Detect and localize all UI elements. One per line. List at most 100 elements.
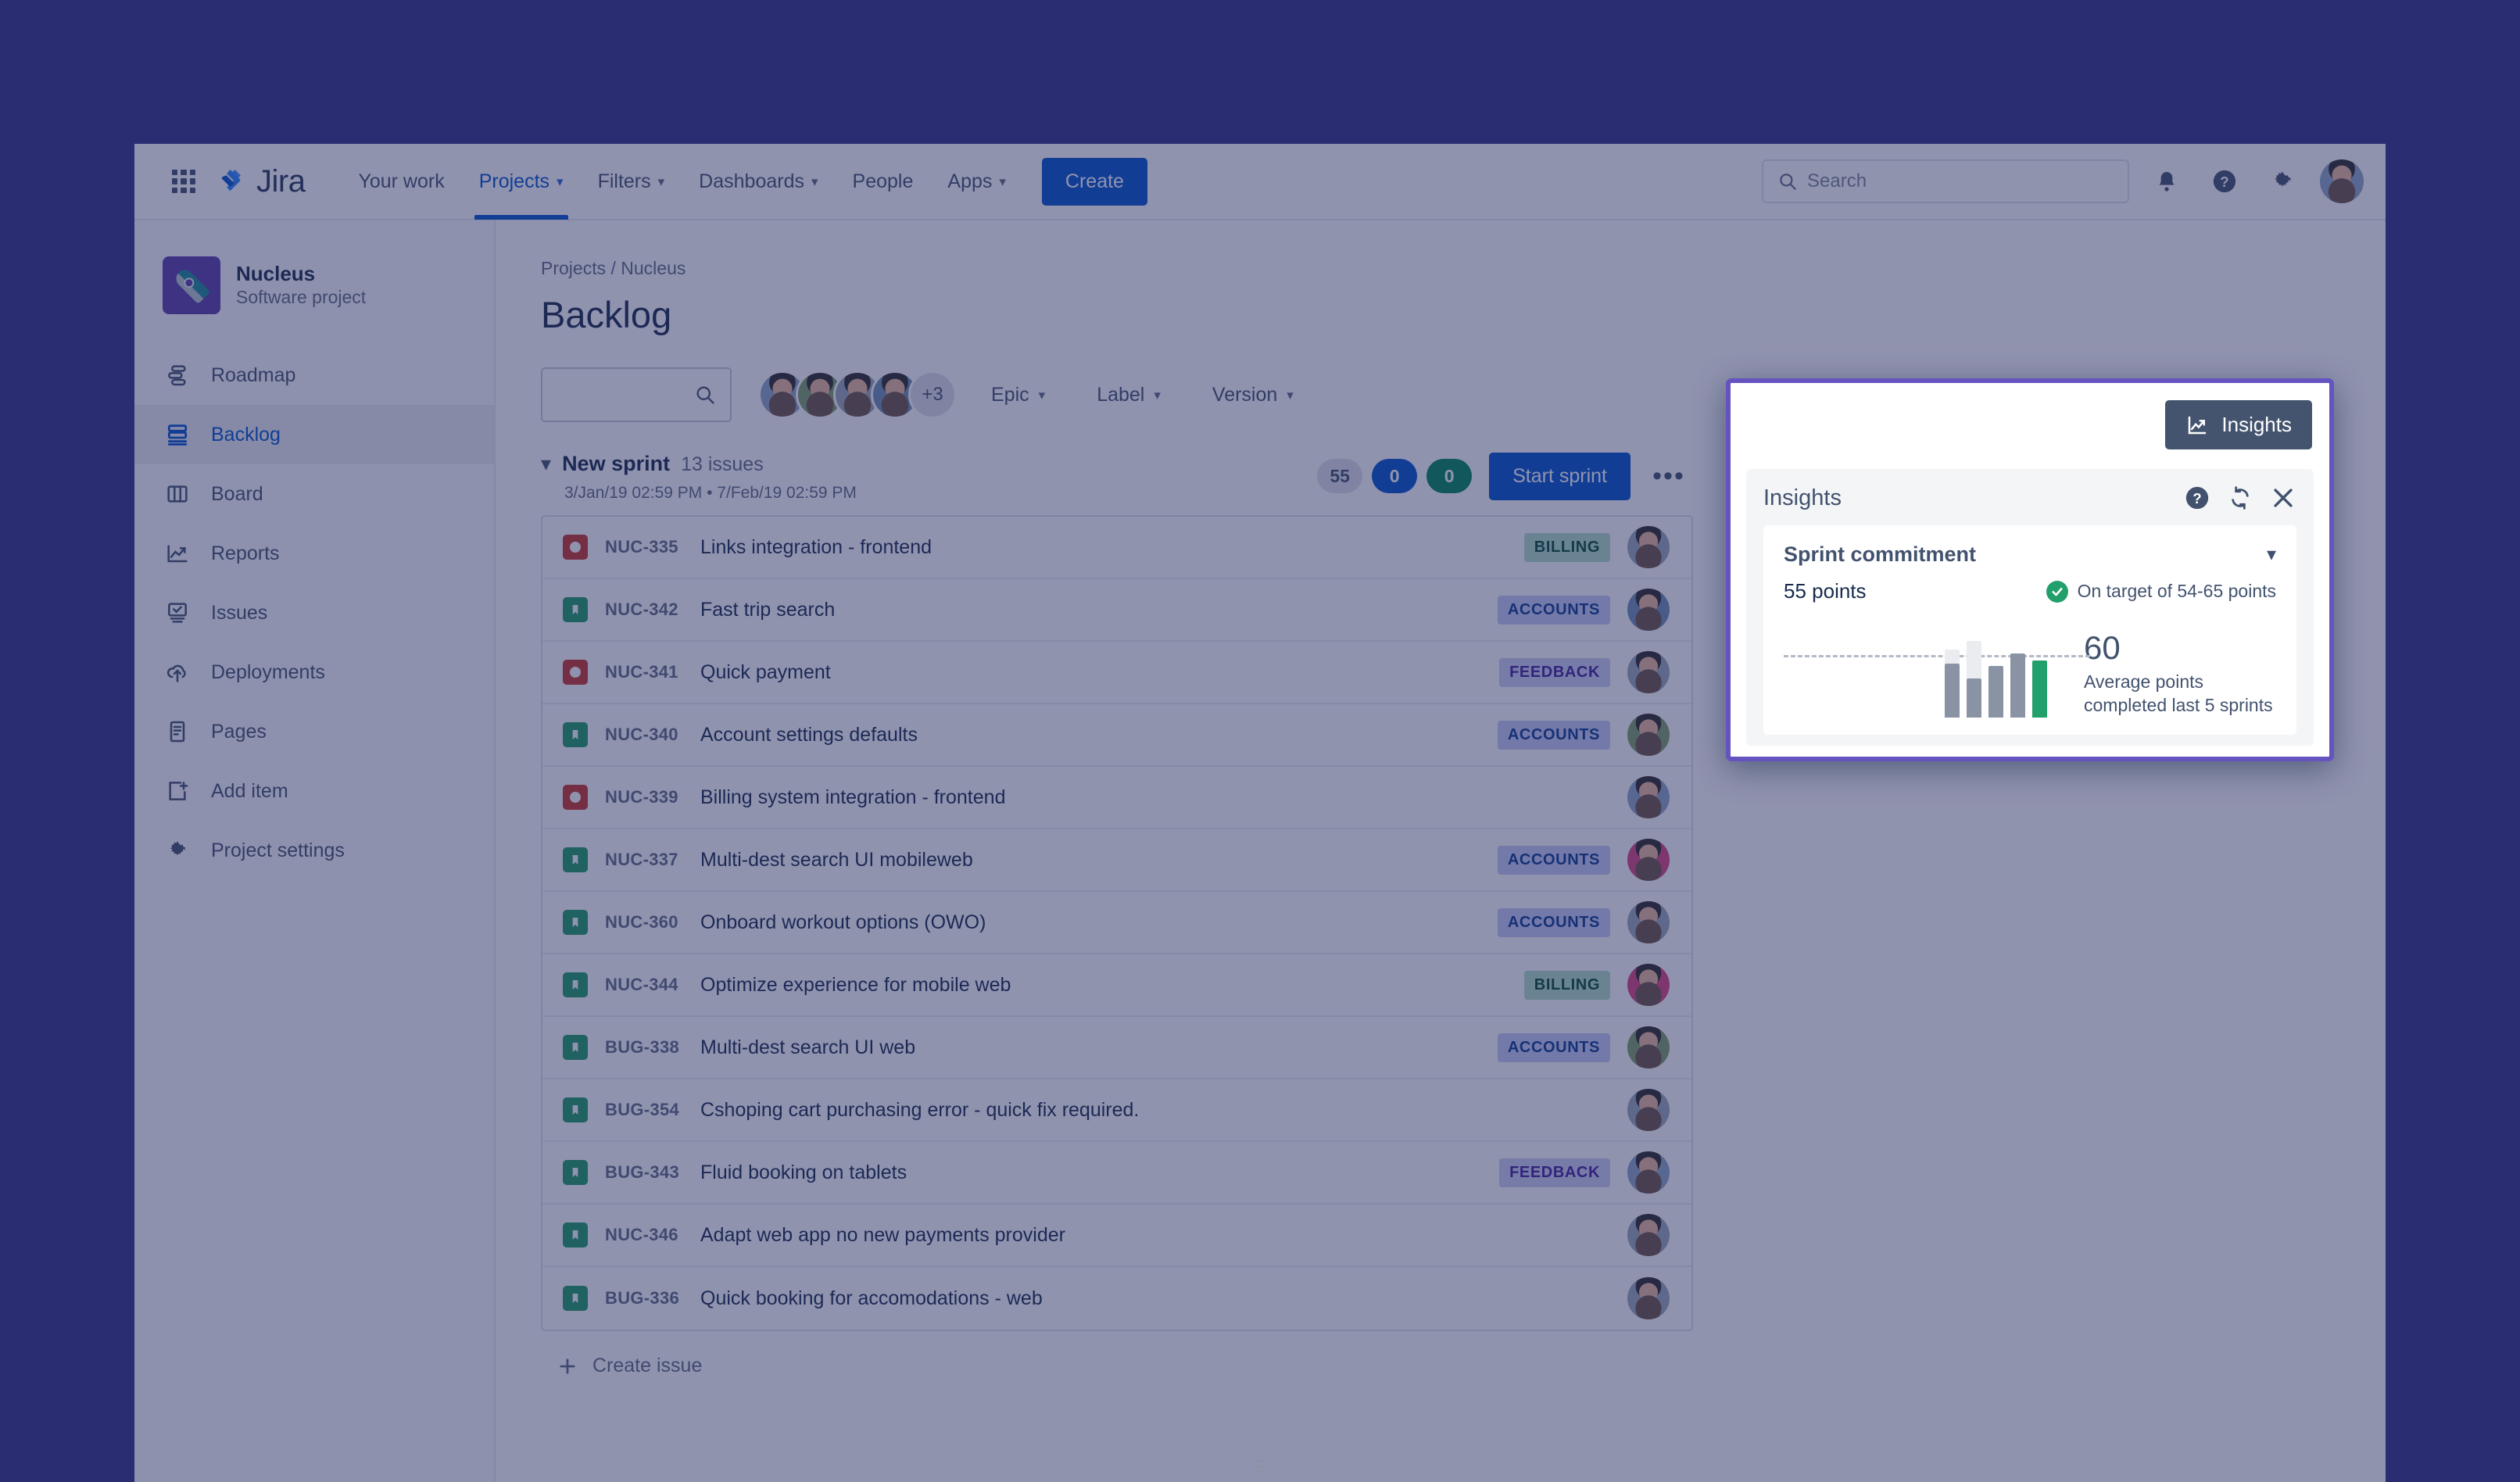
epic-tag[interactable]: ACCOUNTS <box>1497 595 1610 625</box>
assignee-avatar[interactable] <box>1627 901 1670 943</box>
notifications-icon[interactable] <box>2146 161 2187 202</box>
issue-key[interactable]: NUC-344 <box>605 975 700 995</box>
sidebar-item-pages[interactable]: Pages <box>134 702 494 761</box>
issue-key[interactable]: NUC-335 <box>605 537 700 557</box>
filter-epic-dropdown[interactable]: Epic ▾ <box>974 373 1062 417</box>
global-search-input[interactable]: Search <box>1762 159 2129 203</box>
issue-summary[interactable]: Quick payment <box>700 661 831 684</box>
insights-toggle-button[interactable]: Insights <box>2165 400 2312 449</box>
epic-tag[interactable]: FEEDBACK <box>1499 657 1610 687</box>
profile-avatar[interactable] <box>2320 159 2364 203</box>
jira-logo[interactable]: Jira <box>217 164 306 199</box>
nav-item-dashboards[interactable]: Dashboards ▾ <box>683 144 833 220</box>
assignee-avatar[interactable] <box>1627 1214 1670 1256</box>
create-button[interactable]: Create <box>1041 157 1147 206</box>
nav-item-projects[interactable]: Projects ▾ <box>464 144 579 220</box>
breadcrumb-nucleus[interactable]: Nucleus <box>621 258 685 278</box>
epic-tag[interactable]: ACCOUNTS <box>1497 845 1610 875</box>
sidebar-item-roadmap[interactable]: Roadmap <box>134 345 494 405</box>
filter-label-dropdown[interactable]: Label ▾ <box>1079 373 1178 417</box>
issue-key[interactable]: NUC-340 <box>605 725 700 745</box>
issue-summary[interactable]: Multi-dest search UI mobileweb <box>700 849 973 872</box>
issue-row[interactable]: BUG-343 Fluid booking on tablets FEEDBACK <box>542 1142 1691 1205</box>
assignee-avatar[interactable] <box>1627 1151 1670 1194</box>
badge-todo-points[interactable]: 55 <box>1317 459 1363 493</box>
issue-summary[interactable]: Onboard workout options (OWO) <box>700 911 986 934</box>
issue-row[interactable]: BUG-338 Multi-dest search UI web ACCOUNTS <box>542 1017 1691 1079</box>
issue-summary[interactable]: Quick booking for accomodations - web <box>700 1287 1043 1310</box>
assignee-avatar[interactable] <box>1627 1026 1670 1069</box>
epic-tag[interactable]: ACCOUNTS <box>1497 907 1610 937</box>
sidebar-item-board[interactable]: Board <box>134 464 494 524</box>
epic-tag[interactable]: ACCOUNTS <box>1497 720 1610 750</box>
start-sprint-button[interactable]: Start sprint <box>1489 452 1630 500</box>
epic-tag[interactable]: BILLING <box>1523 970 1610 1000</box>
nav-item-your-work[interactable]: Your work <box>342 144 460 220</box>
backlog-search-input[interactable] <box>541 367 732 422</box>
issue-key[interactable]: NUC-341 <box>605 662 700 682</box>
issue-row[interactable]: BUG-354 Cshoping cart purchasing error - … <box>542 1079 1691 1142</box>
avatar-overflow-count[interactable]: +3 <box>908 370 957 419</box>
assignee-avatar[interactable] <box>1627 1089 1670 1131</box>
nav-item-people[interactable]: People <box>837 144 929 220</box>
issue-row[interactable]: NUC-360 Onboard workout options (OWO) ACCO… <box>542 892 1691 954</box>
issue-row[interactable]: NUC-340 Account settings defaults ACCOUNTS <box>542 704 1691 767</box>
issue-row[interactable]: NUC-344 Optimize experience for mobile we… <box>542 954 1691 1017</box>
issue-row[interactable]: NUC-335 Links integration - frontend BILLI… <box>542 517 1691 579</box>
close-icon[interactable] <box>2270 485 2296 511</box>
help-icon[interactable]: ? <box>2204 161 2245 202</box>
assignee-avatar[interactable] <box>1627 589 1670 631</box>
sprint-name[interactable]: New sprint <box>562 452 670 476</box>
chevron-down-icon[interactable]: ▾ <box>2267 545 2276 564</box>
epic-tag[interactable]: FEEDBACK <box>1499 1158 1610 1187</box>
assignee-avatar[interactable] <box>1627 526 1670 568</box>
filter-version-dropdown[interactable]: Version ▾ <box>1195 373 1311 417</box>
issue-key[interactable]: NUC-339 <box>605 787 700 807</box>
issue-row[interactable]: NUC-346 Adapt web app no new payments pro… <box>542 1205 1691 1267</box>
sidebar-item-add-item[interactable]: Add item <box>134 761 494 821</box>
epic-tag[interactable]: ACCOUNTS <box>1497 1033 1610 1062</box>
nav-item-apps[interactable]: Apps ▾ <box>932 144 1022 220</box>
issue-summary[interactable]: Links integration - frontend <box>700 536 932 559</box>
issue-summary[interactable]: Optimize experience for mobile web <box>700 974 1011 997</box>
sidebar-item-backlog[interactable]: Backlog <box>134 405 494 464</box>
issue-key[interactable]: BUG-354 <box>605 1100 700 1120</box>
issue-key[interactable]: NUC-346 <box>605 1225 700 1245</box>
create-issue-button[interactable]: Create issue <box>541 1331 2386 1377</box>
assignee-avatar[interactable] <box>1627 964 1670 1006</box>
epic-tag[interactable]: BILLING <box>1523 532 1610 562</box>
issue-key[interactable]: BUG-338 <box>605 1037 700 1058</box>
help-icon[interactable]: ? <box>2184 485 2210 511</box>
sidebar-item-reports[interactable]: Reports <box>134 524 494 583</box>
sprint-more-actions-button[interactable]: ••• <box>1645 452 1693 500</box>
issue-summary[interactable]: Adapt web app no new payments provider <box>700 1224 1065 1247</box>
issue-key[interactable]: NUC-342 <box>605 600 700 620</box>
settings-gear-icon[interactable] <box>2262 161 2303 202</box>
issue-summary[interactable]: Fluid booking on tablets <box>700 1162 907 1184</box>
assignee-avatar[interactable] <box>1627 776 1670 818</box>
refresh-icon[interactable] <box>2228 485 2253 510</box>
sidebar-item-deployments[interactable]: Deployments <box>134 643 494 702</box>
issue-summary[interactable]: Billing system integration - frontend <box>700 786 1005 809</box>
sprint-collapse-chevron-icon[interactable]: ▾ <box>541 453 551 474</box>
issue-summary[interactable]: Cshoping cart purchasing error - quick f… <box>700 1099 1139 1122</box>
nav-item-filters[interactable]: Filters ▾ <box>582 144 681 220</box>
assignee-avatar[interactable] <box>1627 651 1670 693</box>
sidebar-item-issues[interactable]: Issues <box>134 583 494 643</box>
issue-summary[interactable]: Account settings defaults <box>700 724 918 746</box>
issue-key[interactable]: NUC-337 <box>605 850 700 870</box>
breadcrumb-projects[interactable]: Projects <box>541 258 606 278</box>
badge-inprogress-points[interactable]: 0 <box>1372 459 1418 493</box>
issue-key[interactable]: BUG-336 <box>605 1288 700 1308</box>
issue-row[interactable]: NUC-341 Quick payment FEEDBACK <box>542 642 1691 704</box>
project-header[interactable]: Nucleus Software project <box>134 256 494 345</box>
issue-summary[interactable]: Fast trip search <box>700 599 835 621</box>
assignee-avatar[interactable] <box>1627 714 1670 756</box>
issue-summary[interactable]: Multi-dest search UI web <box>700 1036 915 1059</box>
badge-done-points[interactable]: 0 <box>1426 459 1473 493</box>
assignee-avatar[interactable] <box>1627 1277 1670 1319</box>
issue-row[interactable]: BUG-336 Quick booking for accomodations -… <box>542 1267 1691 1330</box>
issue-row[interactable]: NUC-337 Multi-dest search UI mobileweb ACC… <box>542 829 1691 892</box>
assignee-avatar[interactable] <box>1627 839 1670 881</box>
issue-row[interactable]: NUC-339 Billing system integration - fron… <box>542 767 1691 829</box>
